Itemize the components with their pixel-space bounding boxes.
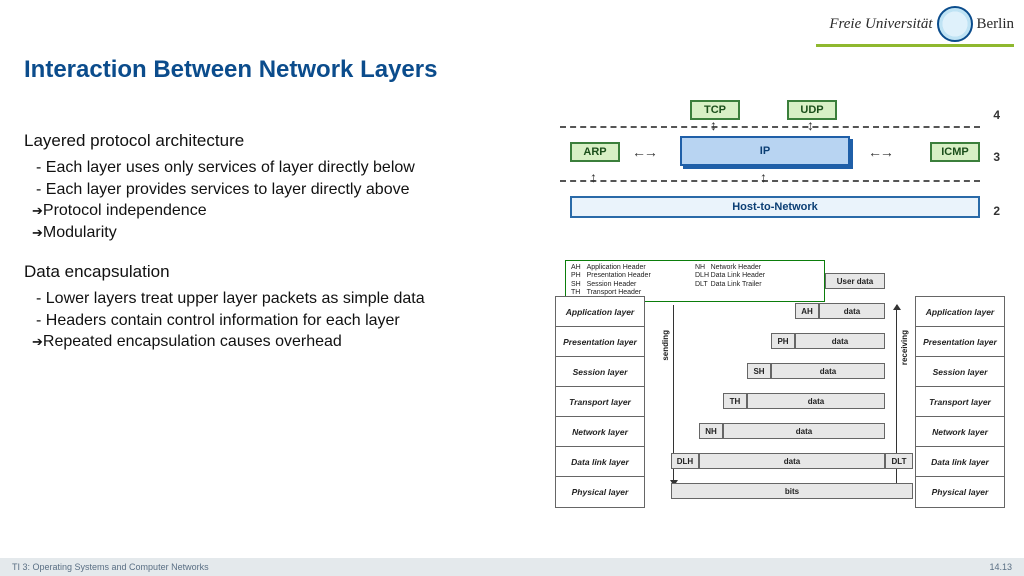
footer-left: TI 3: Operating Systems and Computer Net… [12, 562, 209, 572]
network-layers-diagram: 4 3 2 TCP UDP ARP IP ICMP Host-to-Networ… [560, 100, 1000, 240]
icmp-box: ICMP [930, 142, 980, 162]
bullet: Each layer uses only services of layer d… [36, 157, 534, 179]
updown-arrow-icon: ↕ [590, 170, 597, 184]
layer-cell: Session layer [916, 357, 1004, 387]
layer-cell: Application layer [556, 297, 644, 327]
layer-cell: Network layer [916, 417, 1004, 447]
ph-seg: PH [771, 333, 795, 349]
sh-seg: SH [747, 363, 771, 379]
updown-arrow-icon: ↕ [710, 118, 717, 132]
logo-text-right: Berlin [977, 16, 1015, 33]
ip-box: IP [680, 136, 850, 166]
header-underline [816, 44, 1014, 47]
section1-heading: Layered protocol architecture [24, 130, 534, 153]
th-seg: TH [723, 393, 747, 409]
footer-right: 14.13 [989, 562, 1012, 572]
bullet-arrow: Protocol independence [32, 200, 534, 222]
slide-footer: TI 3: Operating Systems and Computer Net… [0, 558, 1024, 576]
dlt-seg: DLT [885, 453, 913, 469]
layer-cell: Physical layer [916, 477, 1004, 507]
ah-seg: AH [795, 303, 819, 319]
bullet-arrow: Repeated encapsulation causes overhead [32, 331, 534, 353]
layer-cell: Physical layer [556, 477, 644, 507]
updown-arrow-icon: ↕ [807, 118, 814, 132]
seal-icon [937, 6, 973, 42]
layer-number: 4 [993, 108, 1000, 122]
dlh-seg: DLH [671, 453, 699, 469]
osi-stack-left: Application layer Presentation layer Ses… [555, 296, 645, 508]
section2-heading: Data encapsulation [24, 261, 534, 284]
layer-cell: Presentation layer [916, 327, 1004, 357]
bits-seg: bits [671, 483, 913, 499]
bullet: Each layer provides services to layer di… [36, 179, 534, 201]
data-seg: data [723, 423, 885, 439]
user-data-seg: User data [825, 273, 885, 289]
encapsulation-diagram: AH Application Header PH Presentation He… [555, 260, 1005, 540]
layer-cell: Application layer [916, 297, 1004, 327]
page-title: Interaction Between Network Layers [24, 56, 437, 84]
bullet: Headers contain control information for … [36, 310, 534, 332]
leftright-arrow-icon: ← → [632, 145, 655, 159]
leftright-arrow-icon: ← → [868, 145, 891, 159]
layer-cell: Transport layer [916, 387, 1004, 417]
data-seg: data [747, 393, 885, 409]
layer-cell: Transport layer [556, 387, 644, 417]
host-to-network-box: Host-to-Network [570, 196, 980, 218]
nh-seg: NH [699, 423, 723, 439]
data-seg: data [795, 333, 885, 349]
layer-cell: Network layer [556, 417, 644, 447]
body-text: Layered protocol architecture Each layer… [24, 130, 534, 353]
layer-number: 3 [993, 150, 1000, 164]
layer-number: 2 [993, 204, 1000, 218]
logo-text-left: Freie Universität [829, 16, 932, 33]
data-seg: data [819, 303, 885, 319]
data-seg: data [699, 453, 885, 469]
layer-cell: Data link layer [916, 447, 1004, 477]
bullet-arrow: Modularity [32, 222, 534, 244]
layer-cell: Presentation layer [556, 327, 644, 357]
university-logo: Freie Universität Berlin [829, 6, 1014, 42]
bullet: Lower layers treat upper layer packets a… [36, 288, 534, 310]
data-seg: data [771, 363, 885, 379]
layer-cell: Data link layer [556, 447, 644, 477]
osi-stack-right: Application layer Presentation layer Ses… [915, 296, 1005, 508]
updown-arrow-icon: ↕ [760, 170, 767, 184]
layer-cell: Session layer [556, 357, 644, 387]
arp-box: ARP [570, 142, 620, 162]
